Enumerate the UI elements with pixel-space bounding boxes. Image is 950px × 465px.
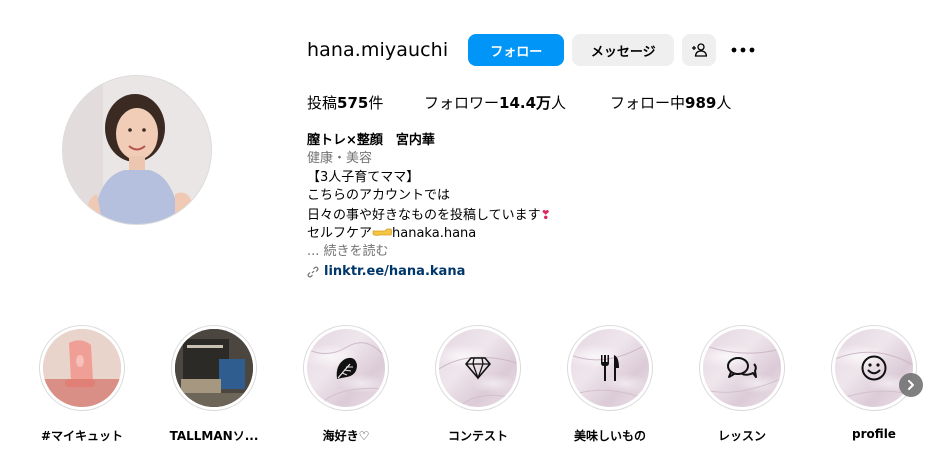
highlight-label: コンテスト xyxy=(447,429,508,443)
bio-line: 【3人子育てママ】 xyxy=(307,169,420,185)
story-highlights: #マイキュット TALLMANソ... 海好き♡ コンテスト 美味しいもの レッ… xyxy=(39,325,940,445)
pointing-hand-icon xyxy=(372,228,392,236)
profile-category: 健康・美容 xyxy=(307,151,373,167)
bio-line: セルフケア hanaka.hana xyxy=(307,226,477,242)
fork-knife-icon xyxy=(601,355,619,381)
highlight-item[interactable]: #マイキュット xyxy=(22,325,142,444)
bio-line: こちらのアカウントでは xyxy=(307,188,451,204)
highlight-item[interactable]: TALLMANソ... xyxy=(154,325,274,444)
highlight-label: レッスン xyxy=(717,429,766,443)
chat-bubbles-icon xyxy=(727,357,757,378)
highlight-cover xyxy=(39,325,125,411)
suggest-friends-button[interactable] xyxy=(682,34,717,66)
profile-header-row: hana.miyauchi フォロー メッセージ xyxy=(307,34,758,66)
heart-exclamation-icon: ❣ xyxy=(540,207,551,222)
highlight-cover xyxy=(171,325,257,411)
bio-line: 日々の事や好きなものを投稿しています❣ xyxy=(307,207,551,223)
profile-bio: 膣トレ×整顔 宮内華 健康・美容 【3人子育てママ】 こちらのアカウントでは 日… xyxy=(307,132,551,281)
highlight-cover xyxy=(831,325,917,411)
highlight-cover xyxy=(303,325,389,411)
read-more-link[interactable]: ... 続きを読む xyxy=(307,243,551,261)
highlight-item[interactable]: 美味しいもの xyxy=(550,325,670,444)
smiley-icon xyxy=(861,355,887,381)
highlight-label: 美味しいもの xyxy=(573,429,646,443)
posts-count: 投稿 575 件 xyxy=(307,94,384,112)
more-options-button[interactable] xyxy=(728,34,758,66)
highlight-item[interactable]: 海好き♡ xyxy=(286,325,406,444)
follow-button[interactable]: フォロー xyxy=(468,34,565,66)
following-count[interactable]: フォロー中 989 人 xyxy=(610,92,731,113)
username: hana.miyauchi xyxy=(307,39,449,61)
highlights-next-button[interactable] xyxy=(899,373,923,397)
highlight-label: profile xyxy=(852,427,896,441)
display-name: 膣トレ×整顔 宮内華 xyxy=(307,133,435,148)
highlight-cover xyxy=(567,325,653,411)
message-button[interactable]: メッセージ xyxy=(572,34,675,66)
profile-stats: 投稿 575 件 フォロワー 14.4万人 フォロー中 989 人 xyxy=(307,92,731,113)
followers-count[interactable]: フォロワー 14.4万人 xyxy=(424,92,610,113)
highlight-cover xyxy=(435,325,521,411)
product-photo-icon xyxy=(175,329,253,407)
link-icon xyxy=(307,266,319,278)
profile-avatar[interactable] xyxy=(62,75,212,225)
external-link[interactable]: linktr.ee/hana.kana xyxy=(307,263,551,281)
highlight-cover xyxy=(699,325,785,411)
highlight-label: TALLMANソ... xyxy=(169,429,259,443)
person-add-icon xyxy=(692,43,708,57)
chevron-right-icon xyxy=(908,380,914,390)
diamond-icon xyxy=(465,357,491,380)
product-photo-icon xyxy=(43,329,121,407)
more-horizontal-icon xyxy=(731,47,755,53)
highlight-item[interactable]: コンテスト xyxy=(418,325,538,444)
highlight-label: 海好き♡ xyxy=(322,429,370,443)
highlight-label: #マイキュット xyxy=(40,429,124,443)
highlight-item[interactable]: レッスン xyxy=(682,325,802,444)
monstera-leaf-icon xyxy=(336,357,357,379)
